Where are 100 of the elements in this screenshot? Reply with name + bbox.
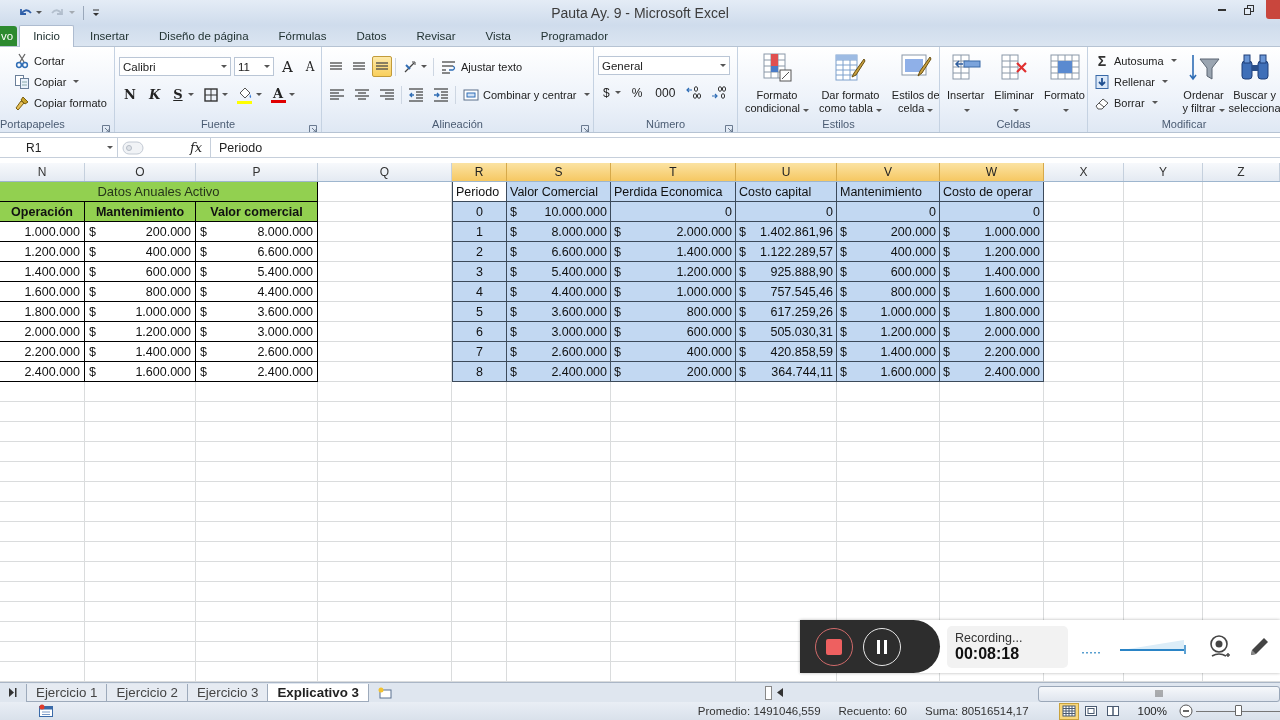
ribbon-tab[interactable]: Datos [342, 26, 401, 46]
align-bottom-button[interactable] [372, 56, 392, 77]
zoom-level[interactable]: 100% [1136, 704, 1168, 718]
table-cell: $ 5.400.000 [507, 262, 611, 282]
table-cell: 0 [940, 202, 1044, 222]
grid-icon [1061, 705, 1076, 717]
align-center-icon [354, 86, 370, 103]
copy-button[interactable]: Copiar [10, 71, 111, 92]
ribbon-tab[interactable]: Diseño de página [145, 26, 263, 46]
ribbon-tab[interactable]: Insertar [76, 26, 143, 46]
shrink-font-button[interactable]: A [300, 56, 320, 77]
format-cells-icon [1048, 51, 1081, 83]
table-cell: $ 1.402.861,96 [736, 222, 837, 242]
status-text: Recuento: 60 [838, 705, 907, 717]
underline-button[interactable]: S [168, 84, 197, 105]
column-header[interactable]: S [507, 163, 611, 181]
format-button[interactable]: Formato [1041, 50, 1087, 116]
conditional-format-button[interactable]: Formato condicional [742, 50, 813, 116]
table-cell: $ 600.000 [85, 262, 196, 282]
zoom-slider[interactable] [1196, 703, 1280, 719]
column-heading: Costo de operar [940, 182, 1044, 202]
timer-text: 00:08:18 [955, 644, 1020, 663]
text-angle-icon [402, 58, 418, 75]
sort-filter-button[interactable]: Ordenar y filtrar [1180, 50, 1227, 116]
slider-thumb[interactable] [1235, 705, 1242, 716]
format-painter-button[interactable]: Copiar formato [10, 92, 111, 113]
column-header[interactable]: W [940, 163, 1044, 181]
column-header[interactable]: V [837, 163, 940, 181]
ribbon-tab[interactable]: Programador [526, 26, 622, 46]
wrap-text-button[interactable]: Ajustar texto [437, 56, 527, 77]
grow-font-button[interactable]: A [277, 56, 298, 77]
italic-button[interactable]: K [143, 84, 166, 105]
ribbon-tab[interactable]: Fórmulas [264, 26, 341, 46]
font-name-field[interactable]: Calibri [119, 57, 231, 76]
status-text: Suma: 80516514,17 [925, 705, 1029, 717]
column-header[interactable]: U [736, 163, 837, 181]
group-label: Fuente [200, 118, 236, 130]
merge-center-button[interactable]: Combinar y centrar [459, 84, 593, 105]
fill-button[interactable]: Rellenar [1090, 71, 1181, 92]
column-heading: Valor comercial [196, 202, 318, 222]
ribbon-tab[interactable]: Inicio [19, 25, 74, 47]
formula-field[interactable]: Periodo [210, 138, 1280, 157]
sheet-tab[interactable]: Ejercicio 3 [186, 683, 269, 702]
table-cell: 2.200.000 [0, 342, 85, 362]
zoom-out-button[interactable] [1178, 703, 1194, 719]
column-header[interactable]: Z [1203, 163, 1280, 181]
clear-button[interactable]: Borrar [1090, 92, 1181, 113]
caret-icon [69, 11, 75, 14]
column-heading: Costo capital [736, 182, 837, 202]
table-cell: $ 6.600.000 [507, 242, 611, 262]
table-cell: $ 6.600.000 [196, 242, 318, 262]
cell-styles-button[interactable]: Estilos de celda [888, 50, 939, 116]
sheet-tab[interactable]: Ejercicio 2 [106, 683, 188, 702]
column-header[interactable]: N [0, 163, 85, 181]
name-box[interactable]: R1 [0, 138, 118, 157]
find-select-button[interactable]: Buscar y selecciona [1226, 50, 1280, 116]
column-header[interactable]: X [1044, 163, 1124, 181]
column-header[interactable]: R [452, 163, 507, 181]
table-cell: $ 1.400.000 [611, 242, 736, 262]
table-cell: 6 [452, 322, 507, 342]
number-format-field[interactable]: General [598, 56, 730, 75]
autosum-button[interactable]: Σ Autosuma [1090, 50, 1181, 71]
wrap-text-icon [441, 58, 457, 75]
thousands-button[interactable]: 000 [650, 82, 681, 103]
table-cell: $ 1.400.000 [940, 262, 1044, 282]
page-break-icon [1105, 705, 1120, 717]
table-cell: 5 [452, 302, 507, 322]
sheet-tab[interactable]: Explicativo 3 [267, 683, 369, 702]
percent-button[interactable]: % [626, 82, 648, 103]
table-cell: 8 [452, 362, 507, 382]
column-header[interactable]: T [611, 163, 736, 181]
column-header[interactable]: Y [1124, 163, 1203, 181]
column-heading: Periodo [452, 182, 507, 202]
table-format-icon [834, 51, 867, 83]
table-cell: $ 2.000.000 [611, 222, 736, 242]
column-header[interactable]: O [85, 163, 196, 181]
split-handle[interactable] [765, 685, 772, 700]
table-cell: $ 400.000 [837, 242, 940, 262]
table-cell: $ 200.000 [85, 222, 196, 242]
font-size-field[interactable]: 11 [234, 57, 274, 76]
column-heading: Mantenimiento [837, 182, 940, 202]
file-tab[interactable]: vo [0, 26, 18, 46]
table-cell: 1.600.000 [0, 282, 85, 302]
delete-button[interactable]: Eliminar [991, 50, 1038, 116]
font-color-button[interactable]: A [267, 84, 298, 105]
insert-function-button[interactable]: fx [182, 139, 210, 156]
ribbon-tab[interactable]: Revisar [402, 26, 470, 46]
table-cell: $ 2.200.000 [940, 342, 1044, 362]
cut-button[interactable]: Cortar [10, 50, 111, 71]
view-button[interactable] [1058, 702, 1079, 720]
ribbon-tab[interactable]: Vista [471, 26, 525, 46]
table-cell: $ 420.858,59 [736, 342, 837, 362]
scrollbar-thumb[interactable] [1038, 685, 1280, 702]
currency-button[interactable]: $ [598, 82, 624, 103]
bold-button[interactable]: N [119, 84, 141, 105]
insert-button[interactable]: Insertar [944, 50, 988, 116]
table-cell: $ 1.200.000 [85, 322, 196, 342]
sheet-tab[interactable]: Ejercicio 1 [26, 683, 108, 702]
column-header[interactable]: P [196, 163, 318, 181]
format-as-table-button[interactable]: Dar formato como tabla [816, 50, 885, 116]
